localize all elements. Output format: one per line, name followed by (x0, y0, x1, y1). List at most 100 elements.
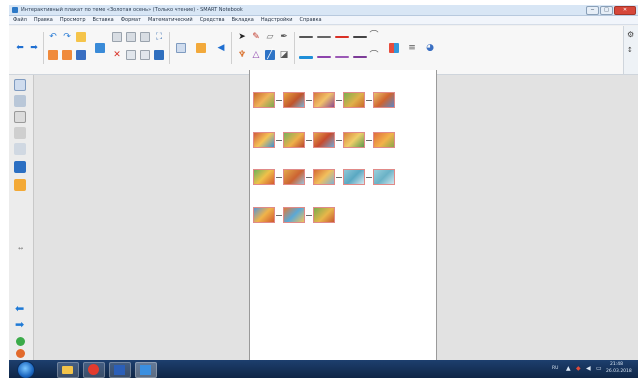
folder-icon[interactable] (76, 32, 86, 42)
line-style-magenta-icon[interactable] (353, 56, 367, 58)
gear-icon[interactable]: ⚙ (627, 30, 634, 39)
screen-shade-icon[interactable] (140, 32, 150, 42)
creative-pen-icon[interactable]: ♆ (237, 50, 247, 60)
close-button[interactable]: ✕ (614, 6, 636, 15)
menu-help[interactable]: Справка (300, 16, 322, 25)
image-thumbnail[interactable] (313, 169, 335, 185)
magic-pen-icon[interactable]: ✒ (279, 32, 289, 42)
fill-icon[interactable]: ◪ (279, 50, 289, 60)
image-thumbnail[interactable] (283, 92, 305, 108)
image-thumbnail[interactable] (253, 169, 275, 185)
response-icon[interactable] (176, 43, 186, 53)
select-icon[interactable]: ➤ (237, 32, 247, 42)
back-arrow-icon[interactable]: ⬅ (15, 43, 25, 53)
word-taskbar-icon[interactable] (109, 362, 131, 378)
color-icon[interactable] (389, 43, 399, 53)
properties-tab-icon[interactable] (14, 127, 26, 139)
side-back-arrow-icon[interactable]: ⬅ (15, 303, 24, 314)
delete-icon[interactable]: ✕ (112, 50, 122, 60)
display-icon[interactable] (126, 50, 136, 60)
image-thumbnail[interactable] (343, 132, 365, 148)
maximize-button[interactable]: □ (600, 6, 613, 15)
menu-view[interactable]: Просмотр (60, 16, 86, 25)
image-thumbnail[interactable] (313, 207, 335, 223)
menu-addons[interactable]: Надстройки (261, 16, 293, 25)
eraser-icon[interactable]: ▱ (265, 32, 275, 42)
side-forward-arrow-icon[interactable]: ➡ (15, 319, 24, 330)
print-icon[interactable] (140, 50, 150, 60)
start-button[interactable] (17, 361, 35, 378)
line-style-arrow-icon[interactable] (353, 36, 367, 38)
image-thumbnail[interactable] (283, 132, 305, 148)
chevron-up-icon[interactable]: ▲ (566, 366, 571, 372)
lesson-tab-icon[interactable] (14, 161, 26, 173)
line-style-dash-icon[interactable] (317, 36, 331, 38)
clock-date[interactable]: 26.03.2018 (606, 369, 632, 375)
image-thumbnail[interactable] (313, 92, 335, 108)
attachment-icon[interactable]: ◀ (216, 43, 226, 53)
menu-file[interactable]: Файл (13, 16, 27, 25)
menu-format[interactable]: Формат (121, 16, 141, 25)
display-tray-icon[interactable]: ▭ (596, 366, 602, 372)
minimize-button[interactable]: ─ (586, 6, 599, 15)
add-page-green-icon[interactable] (16, 337, 25, 346)
forward-arrow-icon[interactable]: ➡ (29, 43, 39, 53)
image-thumbnail[interactable] (283, 207, 305, 223)
image-thumbnail[interactable] (373, 132, 395, 148)
addons-tab-icon[interactable] (14, 143, 26, 155)
gallery-icon[interactable] (196, 43, 206, 53)
line-style-purple-icon[interactable] (317, 56, 331, 58)
delete-page-icon[interactable] (16, 349, 25, 358)
image-thumbnail[interactable] (343, 92, 365, 108)
redo-icon[interactable]: ↷ (62, 32, 72, 42)
add-page-icon[interactable] (48, 50, 58, 60)
menu-tools[interactable]: Средства (200, 16, 225, 25)
pen-icon[interactable]: ✎ (251, 32, 261, 42)
smart-notebook-taskbar-icon[interactable] (135, 362, 157, 378)
attachments-tab-icon[interactable] (14, 111, 26, 123)
network-alert-icon[interactable]: ◆ (576, 366, 581, 372)
image-thumbnail[interactable] (373, 92, 395, 108)
image-thumbnail[interactable] (373, 169, 395, 185)
image-thumbnail[interactable] (343, 169, 365, 185)
table-icon[interactable] (126, 32, 136, 42)
properties-icon[interactable]: ◕ (425, 43, 435, 53)
duplicate-page-icon[interactable] (62, 50, 72, 60)
menu-tab[interactable]: Вкладка (232, 16, 254, 25)
line-style-red-icon[interactable] (335, 36, 349, 38)
volume-icon[interactable]: ◀ (586, 366, 591, 372)
menu-math[interactable]: Математический (148, 16, 193, 25)
undo-icon[interactable]: ↶ (48, 32, 58, 42)
paste-icon[interactable] (112, 32, 122, 42)
line-style-thin-icon[interactable] (299, 36, 313, 38)
updown-icon[interactable]: ↕ (627, 46, 633, 55)
notebook-page[interactable] (249, 70, 437, 360)
shape-icon[interactable]: △ (251, 50, 261, 60)
language-indicator[interactable]: RU (552, 366, 558, 372)
image-thumbnail[interactable] (253, 132, 275, 148)
arc-icon[interactable]: ⌒ (369, 31, 379, 41)
image-thumbnail[interactable] (253, 207, 275, 223)
line-style-violet-icon[interactable] (335, 56, 349, 58)
explorer-taskbar-icon[interactable] (57, 362, 79, 378)
yandex-browser-taskbar-icon[interactable] (83, 362, 105, 378)
screen-capture-icon[interactable] (95, 43, 105, 53)
save-icon[interactable] (76, 50, 86, 60)
fullscreen-icon[interactable]: ⛶ (154, 32, 164, 42)
image-thumbnail[interactable] (283, 169, 305, 185)
resize-handle-icon[interactable]: ↔ (18, 245, 23, 252)
gallery-tab-icon[interactable] (14, 95, 26, 107)
clock-time[interactable]: 21:48 (610, 362, 623, 368)
image-thumbnail[interactable] (253, 92, 275, 108)
page-sorter-tab-icon[interactable] (14, 79, 26, 91)
document-camera-icon[interactable] (154, 50, 164, 60)
image-thumbnail[interactable] (313, 132, 335, 148)
objects-tab-icon[interactable] (14, 179, 26, 191)
line-icon[interactable]: ╱ (265, 50, 275, 60)
menu-edit[interactable]: Правка (34, 16, 53, 25)
menu-insert[interactable]: Вставка (93, 16, 114, 25)
curve-icon[interactable]: ⌒ (369, 51, 379, 61)
line-style-blue-icon[interactable] (299, 56, 313, 59)
line-width-icon[interactable]: ≡ (407, 43, 417, 53)
toolbar-separator (294, 32, 295, 64)
